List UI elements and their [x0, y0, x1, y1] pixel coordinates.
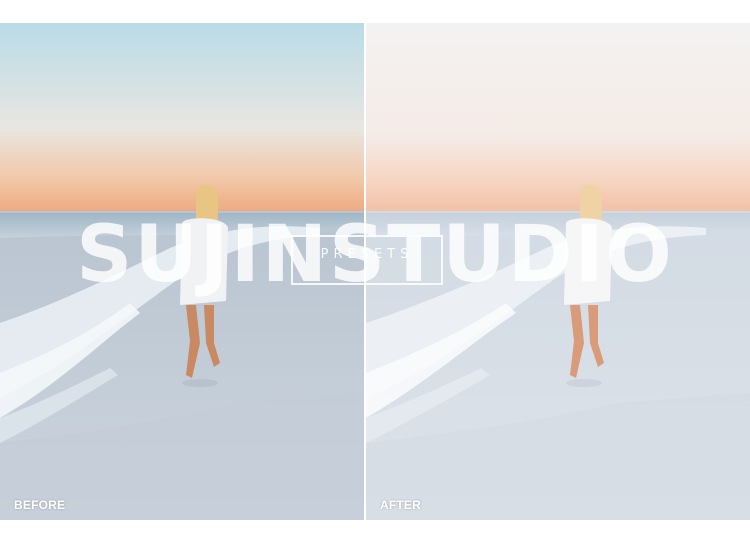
after-photo: AFTER	[366, 23, 750, 520]
before-label: BEFORE	[14, 498, 66, 512]
after-beach-image	[366, 23, 750, 520]
before-photo: BEFORE	[0, 23, 364, 520]
before-beach-image	[0, 23, 364, 520]
after-label: AFTER	[380, 498, 421, 512]
